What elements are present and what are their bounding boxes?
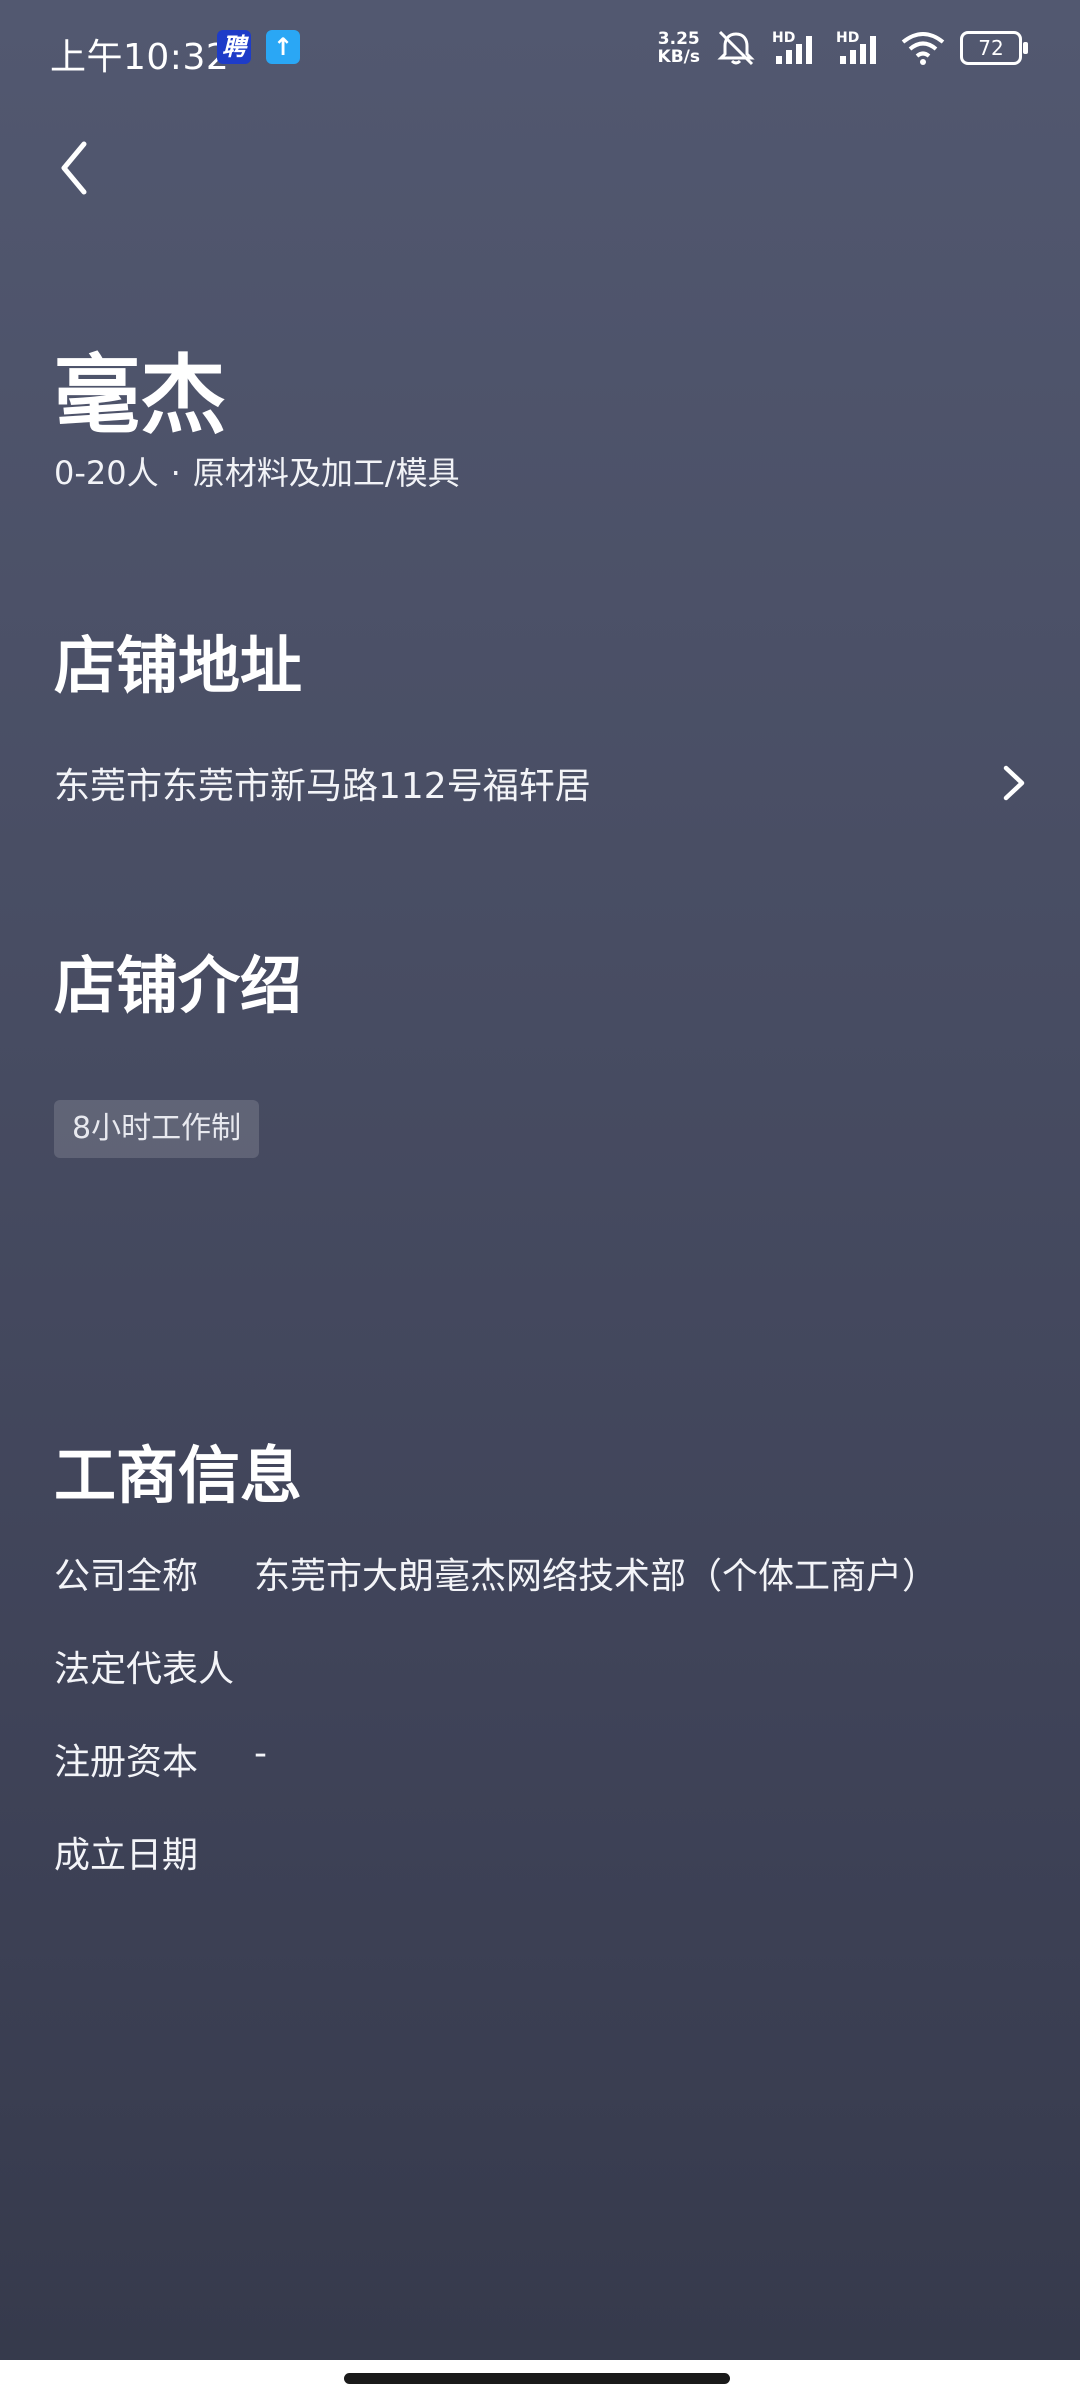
net-speed: 3.25 KB/s: [658, 30, 700, 66]
net-speed-unit: KB/s: [657, 47, 700, 67]
info-label: 公司全称: [54, 1556, 199, 1597]
address-section-title: 店铺地址: [54, 629, 303, 702]
info-row-capital: 注册资本 -: [54, 1733, 267, 1785]
shop-name: 毫杰: [54, 346, 226, 446]
info-label: 注册资本: [54, 1742, 199, 1783]
chevron-right-icon: [1003, 765, 1025, 801]
info-value: -: [254, 1733, 267, 1774]
shop-size: 0-20人: [54, 454, 159, 492]
info-row-legal-rep: 法定代表人: [54, 1640, 254, 1692]
screen: 上午10:32 聘 ↑ 3.25 KB/s HD HD 72 毫杰 0-20人 …: [0, 0, 1080, 2360]
status-icons: 3.25 KB/s HD HD 72: [658, 28, 1028, 68]
shop-meta: 0-20人 · 原材料及加工/模具: [54, 448, 460, 494]
signal-icon: HD: [836, 28, 886, 68]
work-hours-tag: 8小时工作制: [54, 1100, 260, 1158]
meta-separator: ·: [170, 454, 181, 492]
navigation-bar: [0, 2360, 1080, 2401]
battery-icon: 72: [960, 31, 1028, 65]
net-speed-value: 3.25: [657, 29, 700, 49]
info-row-company: 公司全称 东莞市大朗毫杰网络技术部（个体工商户）: [54, 1547, 938, 1599]
info-label: 法定代表人: [54, 1649, 235, 1690]
info-value: 东莞市大朗毫杰网络技术部（个体工商户）: [254, 1556, 939, 1597]
recruit-app-icon: 聘: [217, 30, 251, 64]
shop-industry: 原材料及加工/模具: [192, 454, 460, 492]
wifi-icon: [901, 32, 945, 65]
info-row-founded: 成立日期: [54, 1826, 254, 1878]
address-row[interactable]: 东莞市东莞市新马路112号福轩居: [54, 750, 1034, 816]
mute-icon: [717, 30, 755, 66]
status-bar: 上午10:32 聘 ↑ 3.25 KB/s HD HD 72: [0, 0, 1080, 100]
business-section-title: 工商信息: [54, 1439, 303, 1512]
home-indicator[interactable]: [344, 2373, 730, 2384]
info-label: 成立日期: [54, 1835, 199, 1876]
upload-app-icon: ↑: [266, 30, 300, 64]
status-time: 上午10:32: [50, 37, 230, 78]
address-text: 东莞市东莞市新马路112号福轩居: [54, 766, 591, 807]
signal-icon: HD: [772, 28, 822, 68]
intro-section-title: 店铺介绍: [54, 949, 303, 1022]
chevron-left-icon[interactable]: [52, 138, 112, 198]
